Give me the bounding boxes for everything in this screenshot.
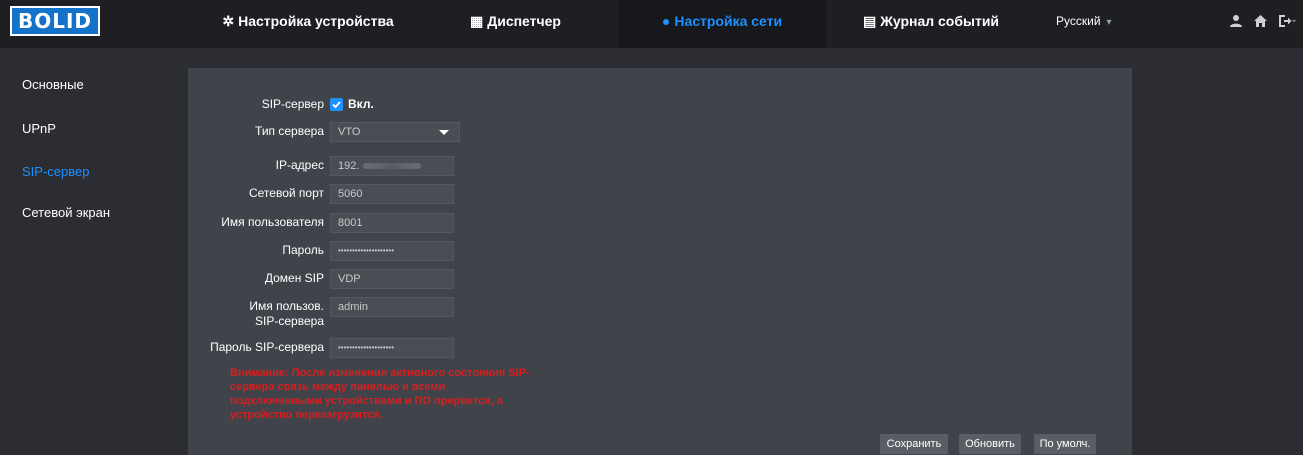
server-type-select[interactable]: VTO [330, 122, 460, 142]
gear-icon: ✲ [222, 13, 235, 29]
server-type-row: Тип сервера VTO [188, 122, 648, 146]
username-row: Имя пользователя 8001 [188, 213, 648, 237]
nav-network-settings[interactable]: ● Настройка сети [618, 0, 826, 48]
logo-text: BOLID [10, 6, 101, 36]
sip-settings-panel: SIP-сервер Вкл. Тип сервера VTO IP-адрес… [188, 68, 1132, 455]
username-label: Имя пользователя [221, 215, 324, 229]
sip-server-checkbox-label: Вкл. [348, 97, 374, 111]
bolid-logo: BOLID [10, 6, 101, 36]
sidebar-item-general[interactable]: Основные [22, 77, 84, 92]
sidebar-item-sip-server[interactable]: SIP-сервер [22, 164, 89, 179]
nav-dispatcher[interactable]: ▦ Диспетчер [413, 0, 618, 48]
password-label: Пароль [282, 243, 324, 257]
nav-item-label: Диспетчер [487, 13, 561, 29]
port-row: Сетевой порт 5060 [188, 184, 648, 208]
chevron-down-icon: ▾ [1106, 17, 1112, 28]
sip-password-label: Пароль SIP-сервера [210, 340, 324, 354]
language-value: Русский [1056, 14, 1101, 28]
warning-message: Внимание: После изменения активного сост… [230, 367, 530, 421]
sip-user-row: Имя пользов. SIP-сервера admin [188, 297, 648, 331]
ip-label: IP-адрес [275, 158, 324, 172]
redacted-mask [363, 163, 422, 170]
save-button[interactable]: Сохранить [880, 434, 948, 454]
sip-user-label: Имя пользов. SIP-сервера [249, 299, 324, 328]
ip-field[interactable]: 192. [330, 156, 454, 176]
checkmark-icon [332, 101, 341, 109]
domain-label: Домен SIP [264, 271, 324, 285]
nav-item-label: Журнал событий [880, 13, 1000, 29]
sip-user-field[interactable]: admin [330, 297, 454, 317]
top-bar: BOLID ✲ Настройка устройства ▦ Диспетчер… [0, 0, 1303, 48]
port-field[interactable]: 5060 [330, 184, 454, 204]
username-field[interactable]: 8001 [330, 213, 454, 233]
ip-row: IP-адрес 192. [188, 156, 648, 180]
server-type-label: Тип сервера [255, 124, 324, 138]
home-icon[interactable] [1253, 8, 1268, 34]
sidebar-item-firewall[interactable]: Сетевой экран [22, 205, 110, 220]
sip-server-checkbox[interactable] [330, 98, 343, 111]
ip-value: 192. [338, 160, 360, 172]
password-row: Пароль •••••••••••••••••••• [188, 241, 648, 265]
nav-event-log[interactable]: ▤ Журнал событий [826, 0, 1036, 48]
sidebar: Основные UPnP SIP-сервер Сетевой экран [0, 48, 188, 455]
default-button[interactable]: По умолч. [1034, 434, 1096, 454]
nav-item-label: Настройка устройства [238, 13, 394, 29]
sip-server-label: SIP-сервер [261, 97, 324, 111]
domain-row: Домен SIP VDP [188, 269, 648, 293]
logout-icon[interactable] [1278, 8, 1296, 34]
refresh-button[interactable]: Обновить [959, 434, 1021, 454]
port-label: Сетевой порт [248, 186, 324, 200]
sidebar-item-upnp[interactable]: UPnP [22, 121, 56, 136]
user-icon[interactable] [1229, 8, 1243, 34]
password-field[interactable]: •••••••••••••••••••• [330, 241, 454, 261]
grid-icon: ▦ [470, 13, 484, 29]
nav-device-settings[interactable]: ✲ Настройка устройства [203, 0, 413, 48]
sip-password-field[interactable]: •••••••••••••••••••• [330, 338, 454, 358]
chevron-down-icon [439, 130, 449, 135]
sip-server-row: SIP-сервер Вкл. [188, 97, 648, 121]
log-icon: ▤ [862, 13, 877, 29]
globe-icon: ● [661, 13, 671, 29]
server-type-value: VTO [338, 126, 361, 138]
sip-password-row: Пароль SIP-сервера •••••••••••••••••••• [188, 338, 648, 362]
language-select[interactable]: Русский ▾ [1056, 8, 1112, 34]
nav-item-label: Настройка сети [674, 13, 783, 29]
sip-domain-field[interactable]: VDP [330, 269, 454, 289]
